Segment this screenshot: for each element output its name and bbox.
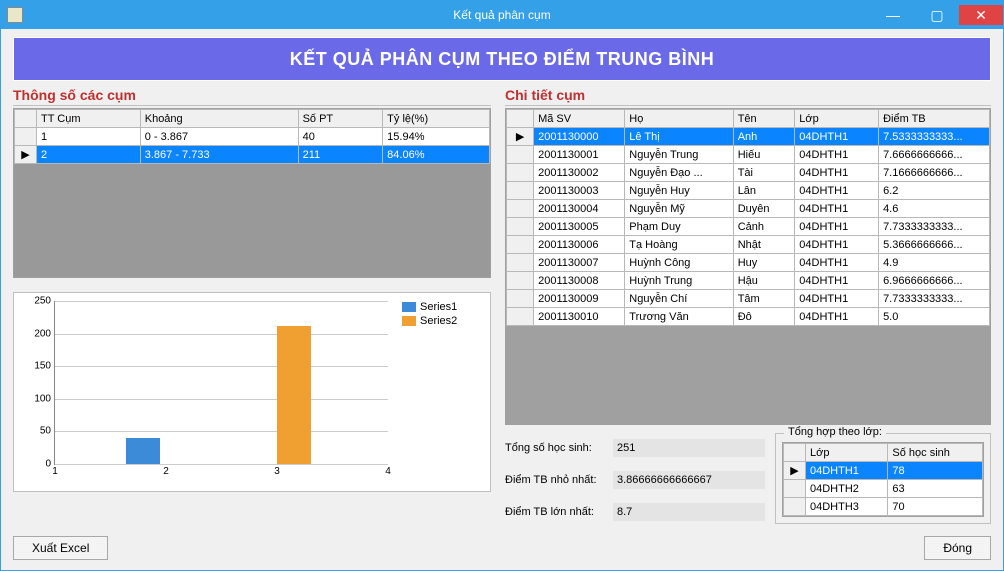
max-label: Điểm TB lớn nhất: <box>505 506 605 518</box>
left-column: Thông số các cụm TT CụmKhoảngSố PTTỷ lệ(… <box>13 87 491 524</box>
right-column: Chi tiết cụm Mã SVHọTênLớpĐiểm TB▶200113… <box>505 87 991 524</box>
window: Kết quả phân cụm — ▢ ✕ KẾT QUẢ PHÂN CỤM … <box>0 0 1004 571</box>
close-dialog-button[interactable]: Đóng <box>924 536 991 560</box>
legend-item: Series2 <box>402 315 486 327</box>
table-row[interactable]: 2001130007Huỳnh CôngHuy04DHTH14.9 <box>507 254 990 272</box>
table-row[interactable]: 2001130004Nguyễn MỹDuyên04DHTH14.6 <box>507 200 990 218</box>
table-row[interactable]: 2001130010Trương VănĐô04DHTH15.0 <box>507 308 990 326</box>
maximize-button[interactable]: ▢ <box>915 5 959 25</box>
page-title: KẾT QUẢ PHÂN CỤM THEO ĐIỂM TRUNG BÌNH <box>13 37 991 81</box>
detail-title: Chi tiết cụm <box>505 87 991 106</box>
table-row[interactable]: 2001130005Phạm DuyCảnh04DHTH17.733333333… <box>507 218 990 236</box>
chart-plot: 0501001502002501234 <box>18 297 396 487</box>
content: KẾT QUẢ PHÂN CỤM THEO ĐIỂM TRUNG BÌNH Th… <box>1 29 1003 570</box>
clusters-title: Thông số các cụm <box>13 87 491 106</box>
summary-row: Tổng số học sinh: Điểm TB nhỏ nhất: Điểm… <box>505 433 991 524</box>
table-row[interactable]: ▶2001130000Lê ThịAnh04DHTH17.5333333333.… <box>507 128 990 146</box>
class-summary-grid[interactable]: LớpSố học sinh▶04DHTH17804DHTH26304DHTH3… <box>782 442 984 517</box>
min-value <box>613 471 765 489</box>
table-row[interactable]: ▶23.867 - 7.73321184.06% <box>15 146 490 164</box>
detail-grid[interactable]: Mã SVHọTênLớpĐiểm TB▶2001130000Lê ThịAnh… <box>505 108 991 425</box>
footer: Xuất Excel Đóng <box>13 530 991 560</box>
titlebar: Kết quả phân cụm — ▢ ✕ <box>1 1 1003 29</box>
class-summary-group: Tổng hợp theo lớp: LớpSố học sinh▶04DHTH… <box>775 433 991 524</box>
table-row[interactable]: 2001130008Huỳnh TrungHậu04DHTH16.9666666… <box>507 272 990 290</box>
chart-bar <box>277 326 311 464</box>
summary-fields: Tổng số học sinh: Điểm TB nhỏ nhất: Điểm… <box>505 433 765 524</box>
total-label: Tổng số học sinh: <box>505 442 605 454</box>
table-row[interactable]: 04DHTH263 <box>784 480 983 498</box>
table-row[interactable]: ▶04DHTH178 <box>784 462 983 480</box>
close-button[interactable]: ✕ <box>959 5 1003 25</box>
chart-legend: Series1 Series2 <box>396 297 486 487</box>
class-summary-title: Tổng hợp theo lớp: <box>784 426 886 438</box>
chart-bar <box>126 438 160 464</box>
table-row[interactable]: 10 - 3.8674015.94% <box>15 128 490 146</box>
main-row: Thông số các cụm TT CụmKhoảngSố PTTỷ lệ(… <box>13 87 991 524</box>
min-label: Điểm TB nhỏ nhất: <box>505 474 605 486</box>
window-controls: — ▢ ✕ <box>871 5 1003 25</box>
table-row[interactable]: 2001130003Nguyễn HuyLân04DHTH16.2 <box>507 182 990 200</box>
total-value <box>613 439 765 457</box>
export-excel-button[interactable]: Xuất Excel <box>13 536 108 560</box>
table-row[interactable]: 2001130009Nguyễn ChíTâm04DHTH17.73333333… <box>507 290 990 308</box>
table-row[interactable]: 2001130006Tạ HoàngNhật04DHTH15.366666666… <box>507 236 990 254</box>
window-title: Kết quả phân cụm <box>453 8 550 22</box>
table-row[interactable]: 2001130001Nguyễn TrungHiếu04DHTH17.66666… <box>507 146 990 164</box>
legend-item: Series1 <box>402 301 486 313</box>
table-row[interactable]: 2001130002Nguyễn Đạo ...Tài04DHTH17.1666… <box>507 164 990 182</box>
clusters-grid[interactable]: TT CụmKhoảngSố PTTỷ lệ(%)10 - 3.8674015.… <box>13 108 491 278</box>
table-row[interactable]: 04DHTH370 <box>784 498 983 516</box>
minimize-button[interactable]: — <box>871 5 915 25</box>
max-value <box>613 503 765 521</box>
chart: 0501001502002501234 Series1 Series2 <box>13 292 491 492</box>
app-icon <box>7 7 23 23</box>
